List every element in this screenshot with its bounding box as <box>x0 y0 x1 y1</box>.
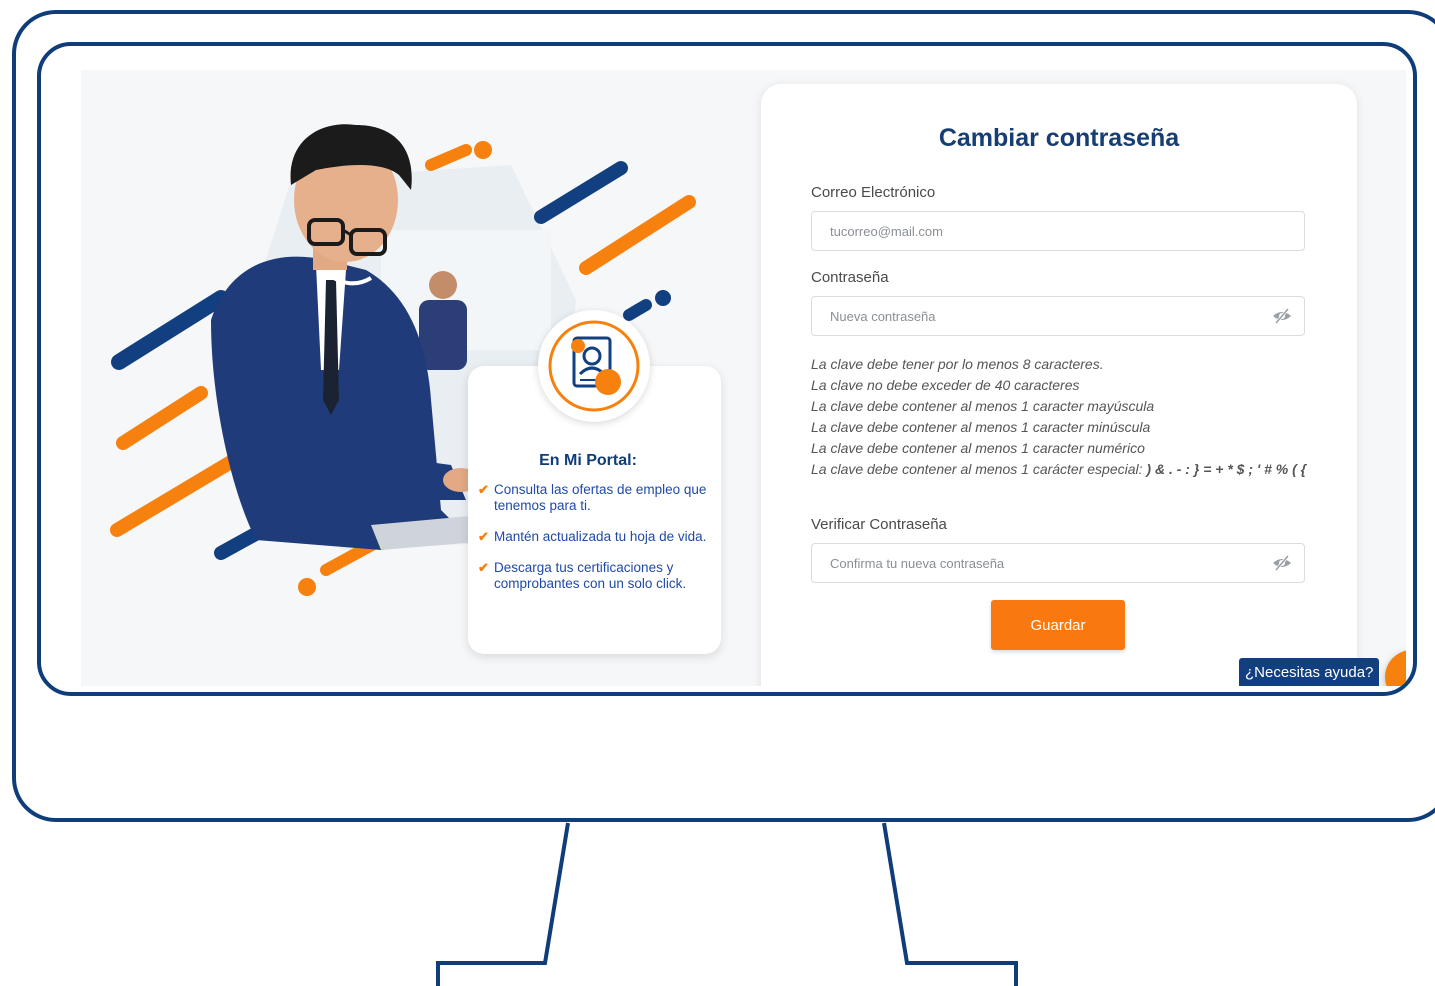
list-item: La clave no debe exceder de 40 caractere… <box>811 377 1080 393</box>
email-field[interactable] <box>812 212 1270 250</box>
benefit-text: Mantén actualizada tu hoja de vida. <box>494 529 707 544</box>
new-password-field[interactable] <box>812 297 1270 335</box>
profile-document-icon <box>548 320 640 412</box>
help-label[interactable]: ¿Necesitas ayuda? <box>1239 658 1380 686</box>
portal-title: En Mi Portal: <box>539 452 637 469</box>
change-password-card: Cambiar contraseña Correo Electrónico Co… <box>761 84 1357 686</box>
special-characters: ) & . - : } = + * $ ; ' # % ( { <box>1146 461 1307 477</box>
check-icon: ✔ <box>478 529 489 544</box>
portal-badge <box>538 310 650 422</box>
check-icon: ✔ <box>478 560 489 575</box>
list-item: La clave debe tener por lo menos 8 carac… <box>811 356 1104 372</box>
benefit-text: Consulta las ofertas de empleo que tenem… <box>494 482 707 513</box>
list-item: La clave debe contener al menos 1 caract… <box>811 398 1155 414</box>
eye-slash-icon[interactable] <box>1272 308 1292 324</box>
list-item: La clave debe contener al menos 1 caráct… <box>811 459 1311 480</box>
portal-benefits-list: ✔ Consulta las ofertas de empleo que tene… <box>478 482 714 607</box>
list-item: ✔ Consulta las ofertas de empleo que tene… <box>478 482 714 514</box>
screen-content: En Mi Portal: ✔ Consulta las ofertas de e… <box>81 70 1406 686</box>
save-button[interactable]: Guardar <box>991 600 1125 650</box>
email-field-wrapper <box>811 211 1305 251</box>
list-item: La clave debe contener al menos 1 caract… <box>811 440 1145 456</box>
verify-password-label: Verificar Contraseña <box>811 516 947 533</box>
email-label: Correo Electrónico <box>811 184 936 201</box>
monitor-screen: En Mi Portal: ✔ Consulta las ofertas de e… <box>37 42 1417 696</box>
verify-password-field[interactable] <box>812 544 1270 582</box>
help-fab-button[interactable]: + <box>1385 650 1406 686</box>
password-label: Contraseña <box>811 269 889 286</box>
list-item: ✔ Descarga tus certificaciones y comproba… <box>478 560 714 592</box>
list-item: ✔ Mantén actualizada tu hoja de vida. <box>478 529 714 545</box>
password-rules-list: La clave debe tener por lo menos 8 carac… <box>811 354 1311 480</box>
verify-password-field-wrapper <box>811 543 1305 583</box>
password-field-wrapper <box>811 296 1305 336</box>
list-item: La clave debe contener al menos 1 caract… <box>811 419 1151 435</box>
page-title: Cambiar contraseña <box>938 124 1180 152</box>
special-rule-text: La clave debe contener al menos 1 caráct… <box>811 461 1147 477</box>
check-icon: ✔ <box>478 482 489 497</box>
benefit-text: Descarga tus certificaciones y comproban… <box>494 560 687 591</box>
eye-slash-icon[interactable] <box>1272 555 1292 571</box>
